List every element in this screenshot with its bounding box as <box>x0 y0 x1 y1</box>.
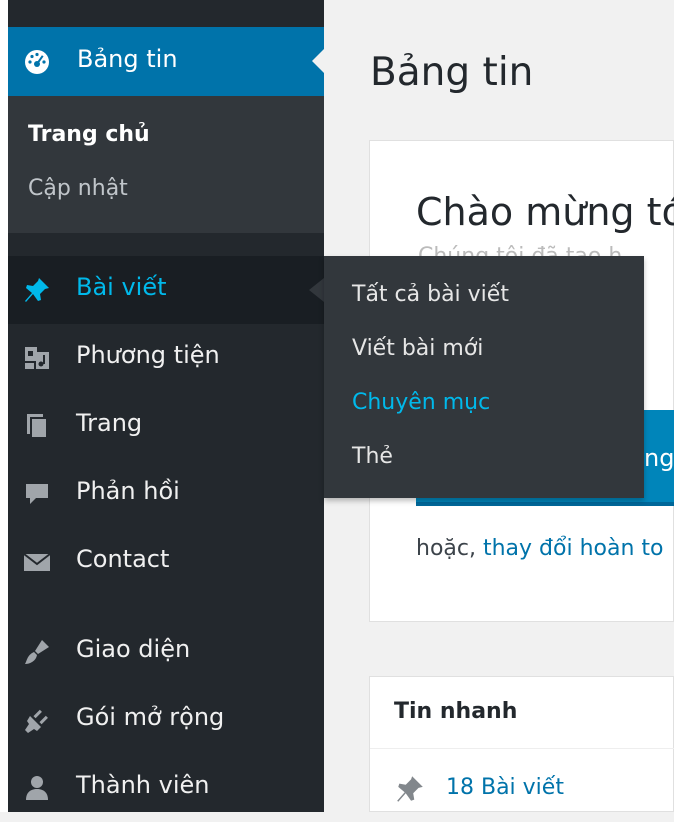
sidebar-item-posts[interactable]: Bài viết <box>8 256 324 324</box>
submenu-item-home[interactable]: Trang chủ <box>28 122 150 147</box>
sidebar-item-appearance[interactable]: Giao diện <box>8 618 324 686</box>
pin-icon <box>25 278 49 302</box>
sidebar-item-label: Giao diện <box>76 635 191 663</box>
posts-count-label: 18 Bài viết <box>446 775 564 800</box>
plugin-icon <box>25 709 48 733</box>
submenu-item-all-posts[interactable]: Tất cả bài viết <box>352 282 509 307</box>
sidebar-item-plugins[interactable]: Gói mở rộng <box>8 686 324 754</box>
dashboard-icon <box>25 50 49 74</box>
submenu-item-updates[interactable]: Cập nhật <box>28 176 128 201</box>
panel-header: Tin nhanh <box>370 677 674 749</box>
or-text: hoặc, <box>416 536 476 561</box>
page-icon <box>27 414 48 439</box>
sidebar-item-media[interactable]: Phương tiện <box>8 324 324 392</box>
media-icon <box>25 347 49 369</box>
at-a-glance-panel: Tin nhanh 18 Bài viết <box>369 676 674 812</box>
posts-flyout-submenu: Tất cả bài viết Viết bài mới Chuyên mục … <box>324 256 644 498</box>
sidebar-item-pages[interactable]: Trang <box>8 392 324 460</box>
panel-title: Tin nhanh <box>394 699 518 724</box>
change-theme-link[interactable]: thay đổi hoàn to <box>483 536 664 561</box>
brush-icon <box>25 640 49 664</box>
submenu-item-categories[interactable]: Chuyên mục <box>352 390 490 415</box>
sidebar-item-label: Gói mở rộng <box>76 703 225 731</box>
flyout-arrow <box>309 278 324 302</box>
current-menu-arrow <box>312 49 324 73</box>
mail-icon <box>23 553 51 571</box>
sidebar-item-label: Phản hồi <box>76 477 180 505</box>
sidebar-item-label: Bảng tin <box>77 45 178 73</box>
sidebar-item-contact[interactable]: Contact <box>8 528 324 596</box>
sidebar-top-gap <box>8 0 324 27</box>
sidebar-item-dashboard[interactable]: Bảng tin <box>8 27 324 96</box>
welcome-or-line: hoặc, thay đổi hoàn to <box>416 536 664 561</box>
admin-sidebar: Bảng tin Trang chủ Cập nhật Bài viết Phư… <box>8 0 324 812</box>
dashboard-submenu: Trang chủ Cập nhật <box>8 96 324 233</box>
page-title: Bảng tin <box>370 50 534 95</box>
sidebar-item-label: Contact <box>76 545 170 573</box>
welcome-title: Chào mừng tớ <box>416 190 674 234</box>
sidebar-item-label: Phương tiện <box>76 341 220 369</box>
comment-icon <box>26 484 48 504</box>
user-icon <box>26 776 48 800</box>
sidebar-item-comments[interactable]: Phản hồi <box>8 460 324 528</box>
sidebar-item-label: Bài viết <box>76 273 167 301</box>
button-label: ng <box>644 444 674 472</box>
submenu-item-add-new[interactable]: Viết bài mới <box>352 336 483 361</box>
pin-icon <box>397 776 423 802</box>
left-edge-strip <box>0 0 8 812</box>
sidebar-item-label: Trang <box>76 409 143 437</box>
submenu-item-tags[interactable]: Thẻ <box>352 444 393 469</box>
sidebar-item-label: Thành viên <box>76 771 210 799</box>
